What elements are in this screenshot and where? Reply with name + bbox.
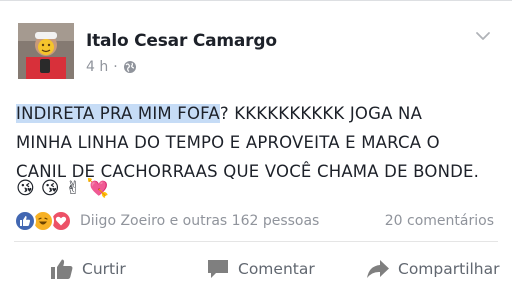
reactions-summary[interactable]: Diigo Zoeiro e outras 162 pessoas (80, 213, 319, 229)
like-reaction-icon (14, 210, 36, 232)
like-button[interactable]: Curtir (50, 253, 126, 285)
share-button[interactable]: Compartilhar (366, 253, 500, 285)
author-avatar[interactable] (18, 23, 74, 79)
post-meta: 4 h · (86, 59, 137, 75)
selected-text-highlight: INDIRETA PRA MIM FOFA (16, 104, 220, 123)
reaction-icons[interactable] (14, 210, 72, 232)
comment-icon (208, 260, 228, 278)
share-button-label: Compartilhar (398, 260, 500, 278)
thumbs-up-icon (51, 259, 73, 279)
post-text-line-1-rest: ? KKKKKKKKKK JOGA NA (219, 104, 423, 123)
like-button-label: Curtir (82, 260, 126, 278)
post-timestamp[interactable]: 4 h (86, 59, 108, 75)
post-text: INDIRETA PRA MIM FOFA? KKKKKKKKKK JOGA N… (16, 99, 502, 186)
heart-arrow-emoji-icon: 💘 (86, 178, 110, 199)
post-text-line-1: INDIRETA PRA MIM FOFA? KKKKKKKKKK JOGA N… (16, 99, 502, 128)
comment-button-label: Comentar (238, 260, 315, 278)
victory-hand-emoji-icon: ✌ (65, 178, 81, 199)
meta-separator: · (113, 59, 118, 75)
reactions-bar[interactable]: Diigo Zoeiro e outras 162 pessoas 20 com… (14, 208, 498, 234)
kiss-emoji-icon: 😘 (16, 178, 35, 199)
kiss-emoji-icon: 😘 (40, 178, 60, 199)
author-name[interactable]: Italo Cesar Camargo (86, 31, 277, 51)
share-arrow-icon (367, 260, 389, 278)
globe-icon (123, 60, 137, 74)
comment-button[interactable]: Comentar (206, 253, 315, 285)
post-options-chevron-icon[interactable] (474, 27, 492, 45)
post-card: Italo Cesar Camargo 4 h · INDIRETA PRA M… (0, 0, 512, 288)
post-actions: Curtir Comentar Compartilhar (0, 253, 512, 285)
actions-divider (14, 241, 498, 242)
emoji-row: 😘 😘 ✌ 💘 (16, 179, 109, 199)
post-text-line-2: MINHA LINHA DO TEMPO E APROVEITA E MARCA… (16, 133, 440, 152)
comments-count[interactable]: 20 comentários (385, 213, 494, 229)
